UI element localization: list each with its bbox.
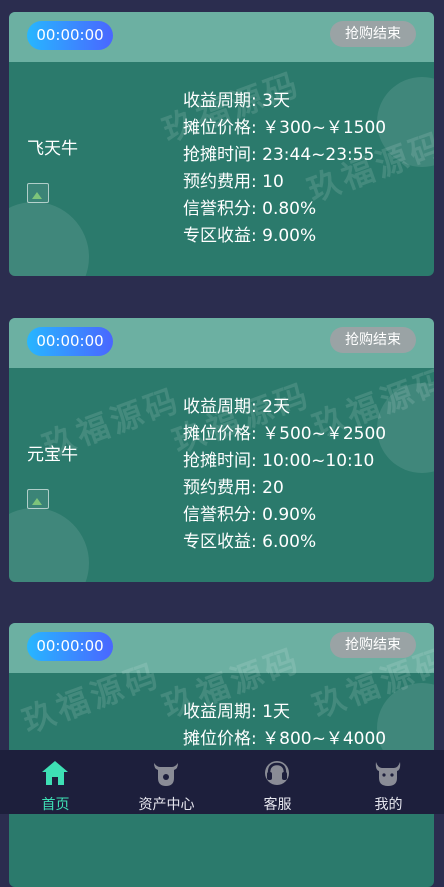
countdown-timer: 00:00:00 xyxy=(27,327,113,356)
detail-row: 抢摊时间: 10:00~10:10 xyxy=(183,448,386,475)
status-badge: 抢购结束 xyxy=(330,21,416,47)
detail-value: ￥500~￥2500 xyxy=(262,424,387,444)
detail-value: 6.00% xyxy=(262,532,317,552)
detail-label: 摊位价格: xyxy=(183,118,257,138)
detail-row: 专区收益: 9.00% xyxy=(183,223,386,250)
product-image xyxy=(27,183,49,203)
detail-row: 收益周期: 1天 xyxy=(183,699,386,726)
detail-value: ￥800~￥4000 xyxy=(262,729,387,749)
product-image xyxy=(27,489,49,509)
detail-value: 0.80% xyxy=(262,199,317,219)
detail-label: 摊位价格: xyxy=(183,424,257,444)
detail-value: 10 xyxy=(262,172,284,192)
detail-row: 信誉积分: 0.90% xyxy=(183,502,386,529)
detail-value: 20 xyxy=(262,478,284,498)
decorative-circle xyxy=(9,508,89,582)
detail-label: 信誉积分: xyxy=(183,199,257,219)
detail-value: ￥300~￥1500 xyxy=(262,118,387,138)
decorative-circle xyxy=(9,202,89,276)
tab-label: 资产中心 xyxy=(138,797,195,813)
detail-row: 预约费用: 20 xyxy=(183,475,386,502)
detail-row: 收益周期: 3天 xyxy=(183,88,386,115)
tab-label: 客服 xyxy=(263,797,292,813)
detail-value: 0.90% xyxy=(262,505,317,525)
product-name: 飞天牛 xyxy=(27,139,78,159)
tab-assets[interactable]: 资产中心 xyxy=(111,750,222,814)
details-list: 收益周期: 2天 摊位价格: ￥500~￥2500 抢摊时间: 10:00~10… xyxy=(183,394,386,556)
detail-row: 摊位价格: ￥800~￥4000 xyxy=(183,726,386,753)
detail-label: 预约费用: xyxy=(183,478,257,498)
status-badge: 抢购结束 xyxy=(330,327,416,353)
cow-icon xyxy=(154,763,178,786)
detail-row: 预约费用: 10 xyxy=(183,169,386,196)
detail-label: 抢摊时间: xyxy=(183,451,257,471)
detail-row: 摊位价格: ￥500~￥2500 xyxy=(183,421,386,448)
headset-icon xyxy=(265,761,289,785)
detail-label: 专区收益: xyxy=(183,226,257,246)
details-list: 收益周期: 3天 摊位价格: ￥300~￥1500 抢摊时间: 23:44~23… xyxy=(183,88,386,250)
detail-value: 9.00% xyxy=(262,226,317,246)
detail-row: 抢摊时间: 23:44~23:55 xyxy=(183,142,386,169)
countdown-timer: 00:00:00 xyxy=(27,21,113,50)
detail-row: 专区收益: 6.00% xyxy=(183,529,386,556)
profile-cow-icon xyxy=(375,762,401,786)
detail-label: 信誉积分: xyxy=(183,505,257,525)
detail-label: 收益周期: xyxy=(183,702,257,722)
detail-label: 收益周期: xyxy=(183,91,257,111)
detail-label: 抢摊时间: xyxy=(183,145,257,165)
detail-row: 摊位价格: ￥300~￥1500 xyxy=(183,115,386,142)
tab-label: 首页 xyxy=(41,797,70,813)
countdown-timer: 00:00:00 xyxy=(27,632,113,661)
status-badge: 抢购结束 xyxy=(330,632,416,658)
tab-home[interactable]: 首页 xyxy=(0,750,111,814)
detail-value: 10:00~10:10 xyxy=(262,451,375,471)
product-card[interactable]: 00:00:00 抢购结束 元宝牛 收益周期: 2天 摊位价格: ￥500~￥2… xyxy=(9,318,434,582)
detail-row: 信誉积分: 0.80% xyxy=(183,196,386,223)
detail-value: 3天 xyxy=(262,91,290,111)
detail-label: 摊位价格: xyxy=(183,729,257,749)
product-name: 元宝牛 xyxy=(27,445,78,465)
detail-value: 1天 xyxy=(262,702,290,722)
tab-service[interactable]: 客服 xyxy=(222,750,333,814)
detail-value: 23:44~23:55 xyxy=(262,145,375,165)
bottom-tab-bar: 首页 资产中心 客服 我的 xyxy=(0,750,444,814)
detail-label: 收益周期: xyxy=(183,397,257,417)
details-list: 收益周期: 1天 摊位价格: ￥800~￥4000 xyxy=(183,699,386,753)
detail-row: 收益周期: 2天 xyxy=(183,394,386,421)
product-card[interactable]: 00:00:00 抢购结束 飞天牛 收益周期: 3天 摊位价格: ￥300~￥1… xyxy=(9,12,434,276)
tab-profile[interactable]: 我的 xyxy=(333,750,444,814)
detail-label: 预约费用: xyxy=(183,172,257,192)
detail-label: 专区收益: xyxy=(183,532,257,552)
tab-label: 我的 xyxy=(374,797,403,813)
home-icon xyxy=(42,761,68,785)
detail-value: 2天 xyxy=(262,397,290,417)
